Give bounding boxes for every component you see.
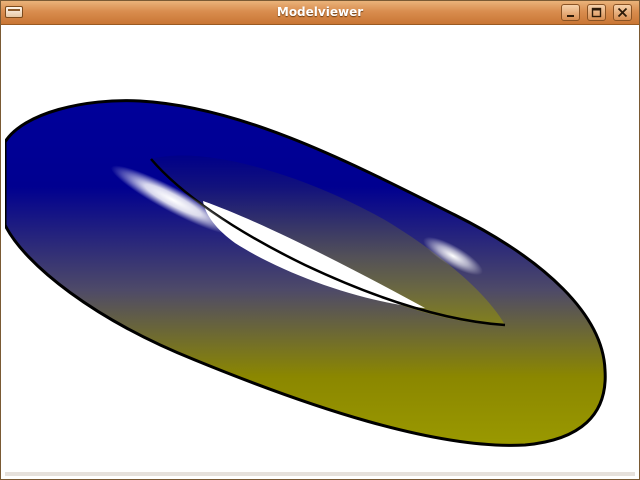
title-bar[interactable]: Modelviewer [1,1,639,25]
torus-canvas[interactable] [5,25,635,476]
maximize-icon [591,7,602,18]
app-window: Modelviewer [0,0,640,480]
window-bottom-frame [5,472,635,476]
close-button[interactable] [613,4,632,21]
window-title: Modelviewer [276,5,364,19]
maximize-button[interactable] [587,4,606,21]
minimize-button[interactable] [561,4,580,21]
3d-viewport[interactable] [5,25,635,476]
close-icon [617,7,628,18]
minimize-icon [567,15,574,17]
